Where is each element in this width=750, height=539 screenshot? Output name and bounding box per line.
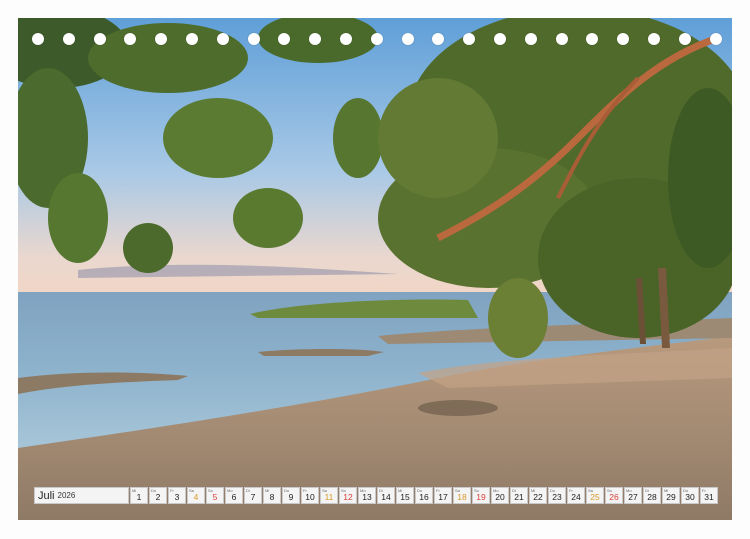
day-cell: So 5: [206, 487, 224, 504]
day-cell: Di 7: [244, 487, 262, 504]
day-cell: Mi 8: [263, 487, 281, 504]
day-cell: Fr 31: [700, 487, 718, 504]
binding-hole: [709, 33, 722, 45]
day-cell: So 26: [605, 487, 623, 504]
binding-hole: [370, 33, 383, 45]
day-cell: Fr 17: [434, 487, 452, 504]
day-cell: So 19: [472, 487, 490, 504]
binding-hole: [524, 33, 537, 45]
day-cell: Fr 24: [567, 487, 585, 504]
binding-hole: [309, 33, 322, 45]
day-cell: Mo 27: [624, 487, 642, 504]
binding-hole: [155, 33, 168, 45]
day-number: 30: [685, 492, 695, 502]
day-cell: Di 21: [510, 487, 528, 504]
day-number: 28: [647, 492, 657, 502]
day-number: 3: [174, 492, 180, 502]
day-number: 15: [400, 492, 410, 502]
day-number: 18: [457, 492, 467, 502]
day-number: 22: [533, 492, 543, 502]
day-number: 17: [438, 492, 448, 502]
day-cell: Do 9: [282, 487, 300, 504]
day-number: 12: [343, 492, 353, 502]
day-number: 6: [231, 492, 237, 502]
binding-hole: [340, 33, 352, 45]
day-number: 9: [288, 492, 294, 502]
day-number: 13: [362, 492, 372, 502]
binding-hole: [93, 33, 106, 45]
binding-hole: [432, 33, 445, 45]
day-cell: Mo 20: [491, 487, 509, 504]
day-cell: Di 28: [643, 487, 661, 504]
day-cell: Mi 15: [396, 487, 414, 504]
day-cell: Sa 18: [453, 487, 471, 504]
day-cell: Sa 11: [320, 487, 338, 504]
day-number: 16: [419, 492, 429, 502]
day-number: 29: [666, 492, 676, 502]
landscape-photo: [18, 18, 732, 520]
month-name: Juli: [38, 489, 55, 502]
day-number: 2: [155, 492, 161, 502]
binding-hole: [494, 33, 506, 45]
day-cell: Sa 25: [586, 487, 604, 504]
month-label-box: Juli 2026: [34, 487, 129, 504]
binding-hole: [678, 33, 691, 45]
day-number: 5: [212, 492, 218, 502]
day-number: 8: [269, 492, 275, 502]
ring-binding-holes: [0, 33, 750, 47]
day-number: 14: [381, 492, 391, 502]
day-cell: Mo 6: [225, 487, 243, 504]
month-year: 2026: [57, 491, 76, 500]
day-number: 11: [324, 492, 334, 502]
day-cell: Fr 3: [168, 487, 186, 504]
day-number: 10: [305, 492, 315, 502]
day-cell: Do 23: [548, 487, 566, 504]
day-number: 19: [476, 492, 486, 502]
day-number: 4: [193, 492, 199, 502]
day-number: 31: [704, 492, 714, 502]
day-number: 24: [571, 492, 581, 502]
binding-hole: [555, 33, 568, 45]
binding-hole: [648, 33, 660, 45]
day-number: 7: [250, 492, 256, 502]
day-number: 20: [495, 492, 505, 502]
day-cell: Fr 10: [301, 487, 319, 504]
day-number: 26: [609, 492, 619, 502]
day-number: 25: [590, 492, 600, 502]
binding-hole: [278, 33, 291, 45]
calendar-page: Juli 2026 Mi 1 Do 2 Fr 3 Sa 4 So 5 Mo 6 Di 7 Mi 8 Do 9 Fr 1…: [0, 0, 750, 539]
day-cell: Mo 13: [358, 487, 376, 504]
binding-hole: [32, 33, 44, 45]
binding-hole: [586, 33, 599, 45]
binding-hole: [463, 33, 476, 45]
day-cell: Mi 1: [130, 487, 148, 504]
day-cell: Di 14: [377, 487, 395, 504]
day-number: 27: [628, 492, 638, 502]
day-number: 1: [136, 492, 142, 502]
day-cell: Sa 4: [187, 487, 205, 504]
binding-hole: [617, 33, 630, 45]
calendar-strip: Juli 2026 Mi 1 Do 2 Fr 3 Sa 4 So 5 Mo 6 Di 7 Mi 8 Do 9 Fr 1…: [34, 487, 719, 504]
day-cell: Do 16: [415, 487, 433, 504]
binding-hole: [124, 33, 137, 45]
day-number: 23: [552, 492, 562, 502]
day-number: 21: [514, 492, 524, 502]
day-cell: So 12: [339, 487, 357, 504]
binding-hole: [186, 33, 198, 45]
binding-hole: [62, 33, 75, 45]
day-cell: Mi 29: [662, 487, 680, 504]
lake-shore-scene: [18, 18, 732, 520]
binding-hole: [401, 33, 414, 45]
day-cell: Mi 22: [529, 487, 547, 504]
binding-hole: [216, 33, 229, 45]
binding-hole: [247, 33, 260, 45]
day-cell: Do 2: [149, 487, 167, 504]
day-cell: Do 30: [681, 487, 699, 504]
